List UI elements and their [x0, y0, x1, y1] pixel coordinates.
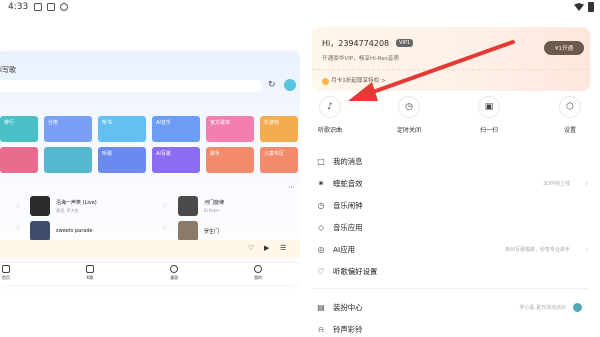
user-greeting: Hi，2394774208 — [322, 39, 390, 48]
vip-subtitle: 开通豪华VIP，畅享Hi-Res音质 — [322, 56, 399, 62]
bg-card[interactable]: 歌手 — [206, 147, 254, 173]
preference-icon: ♡ — [317, 267, 325, 276]
vip-card[interactable]: Hi，2394774208 VIP1 开通豪华VIP，畅享Hi-Res音质 ¥1… — [312, 27, 590, 91]
message-icon: □ — [317, 157, 325, 166]
menu-item-alarm[interactable]: ◷ 音乐闹钟 — [300, 196, 600, 215]
status-bar: 4:33 — [0, 0, 600, 16]
heart-icon[interactable]: ♡ — [162, 225, 167, 232]
chevron-right-icon: › — [585, 245, 588, 254]
sleep-timer-button[interactable]: ◷ 定时关闭 — [389, 96, 429, 134]
menu-divider — [312, 288, 588, 289]
theme-avatar — [573, 303, 582, 312]
bg-card[interactable]: 分类 — [44, 116, 92, 142]
music-recognize-icon: ♪ — [319, 96, 341, 118]
theme-icon: ▤ — [317, 303, 325, 312]
menu-item-music-apps[interactable]: ◇ 音乐应用 — [300, 218, 600, 237]
tab-home[interactable]: 首页 — [0, 265, 16, 281]
image-icon — [34, 3, 42, 11]
status-time: 4:33 — [8, 2, 29, 12]
song-cover — [178, 196, 198, 216]
bg-card[interactable]: AI音乐 — [152, 116, 200, 142]
vip-level-badge: VIP1 — [396, 39, 414, 47]
playlist-icon[interactable]: ☰ — [280, 244, 286, 252]
background-app-preview[interactable]: i写歌 ↻ 排行 分类 听书 AI音乐 官方歌单 乐游戏 听歌 AI写歌 歌手 … — [0, 52, 300, 285]
list-item[interactable]: 沿海一声笑 (Live) 黄霑, 罗大佑 — [30, 196, 97, 216]
list-item[interactable]: sweets parade — [30, 221, 93, 241]
bg-app-title: i写歌 — [0, 66, 16, 74]
menu-item-theme-center[interactable]: ▤ 装扮中心 罗小黑 夏日泳池派对 — [300, 298, 600, 317]
apps-icon: ◇ — [317, 223, 325, 232]
side-drawer: Hi，2394774208 VIP1 开通豪华VIP，畅享Hi-Res音质 ¥1… — [300, 16, 600, 337]
quick-actions: ♪ 听歌识曲 ◷ 定时关闭 ▣ 扫一扫 ⬡ 设置 — [300, 96, 600, 154]
coin-icon — [322, 78, 329, 85]
menu-item-sound-effect[interactable]: ✷ 蝰蛇音效 3D环绕上线 › — [300, 174, 600, 193]
heart-icon[interactable]: ♡ — [15, 225, 20, 232]
bg-card[interactable] — [44, 147, 92, 173]
tab-mine[interactable]: 我的 — [248, 265, 268, 281]
tab-roam[interactable]: 漫游 — [164, 265, 184, 281]
bg-search-bar[interactable] — [0, 80, 262, 92]
more-icon[interactable]: ⋯ — [288, 183, 295, 191]
settings-icon: ⬡ — [559, 96, 581, 118]
song-cover — [30, 221, 50, 241]
avatar[interactable] — [284, 79, 296, 91]
menu-item-preferences[interactable]: ♡ 听歌偏好设置 — [300, 262, 600, 281]
song-cover — [30, 196, 50, 216]
chevron-right-icon: › — [585, 179, 588, 188]
bg-card[interactable]: 听歌 — [98, 147, 146, 173]
list-item[interactable]: 罗生门 — [178, 221, 219, 241]
ringtone-icon: ⍾ — [318, 324, 324, 334]
mini-player[interactable]: ♡ ▶ ☰ — [0, 240, 300, 258]
bg-card[interactable]: 听书 — [98, 116, 146, 142]
menu-item-ai-apps[interactable]: ◎ AI应用 用AI写歌唱歌，秒变专业歌手 › — [300, 240, 600, 259]
heart-icon[interactable]: ♡ — [248, 244, 254, 252]
song-cover — [178, 221, 198, 241]
wifi-icon — [574, 3, 584, 11]
menu-item-messages[interactable]: □ 我的消息 — [300, 152, 600, 171]
list-item[interactable]: 河门旋律 El Peter — [178, 196, 224, 216]
bg-card[interactable]: 官方歌单 — [206, 116, 254, 142]
ai-icon: ◎ — [317, 245, 325, 254]
key-icon — [60, 3, 68, 11]
open-vip-button[interactable]: ¥1开通 — [544, 41, 584, 55]
clock-icon: ◷ — [398, 96, 420, 118]
scan-button[interactable]: ▣ 扫一扫 — [469, 96, 509, 134]
battery-icon — [588, 2, 594, 12]
heart-icon[interactable]: ♡ — [162, 203, 167, 210]
tab-ksong[interactable]: K歌 — [80, 265, 100, 281]
alarm-icon: ◷ — [317, 201, 325, 210]
bg-card[interactable] — [0, 147, 38, 173]
bg-card[interactable]: 乐游戏 — [260, 116, 298, 142]
bg-card[interactable]: 排行 — [0, 116, 38, 142]
menu-item-ringtone[interactable]: ⍾ 铃声彩铃 — [300, 320, 600, 337]
settings-button[interactable]: ⬡ 设置 — [550, 96, 590, 134]
vip-promo-text: 月卡1折起尊享特权 > — [331, 78, 386, 84]
music-recognition-button[interactable]: ♪ 听歌识曲 — [310, 96, 350, 134]
play-icon[interactable]: ▶ — [264, 244, 269, 252]
scan-icon: ▣ — [478, 96, 500, 118]
notification-icon — [47, 3, 55, 11]
sound-effect-icon: ✷ — [317, 179, 325, 188]
refresh-icon[interactable]: ↻ — [268, 80, 276, 90]
bg-card[interactable]: AI写歌 — [152, 147, 200, 173]
heart-icon[interactable]: ♡ — [15, 203, 20, 210]
vip-promo-bar[interactable]: 月卡1折起尊享特权 > — [312, 69, 590, 91]
bg-bottom-tabs: 首页 K歌 漫游 我的 — [0, 262, 300, 285]
bg-card[interactable]: 儿童专区 — [260, 147, 298, 173]
